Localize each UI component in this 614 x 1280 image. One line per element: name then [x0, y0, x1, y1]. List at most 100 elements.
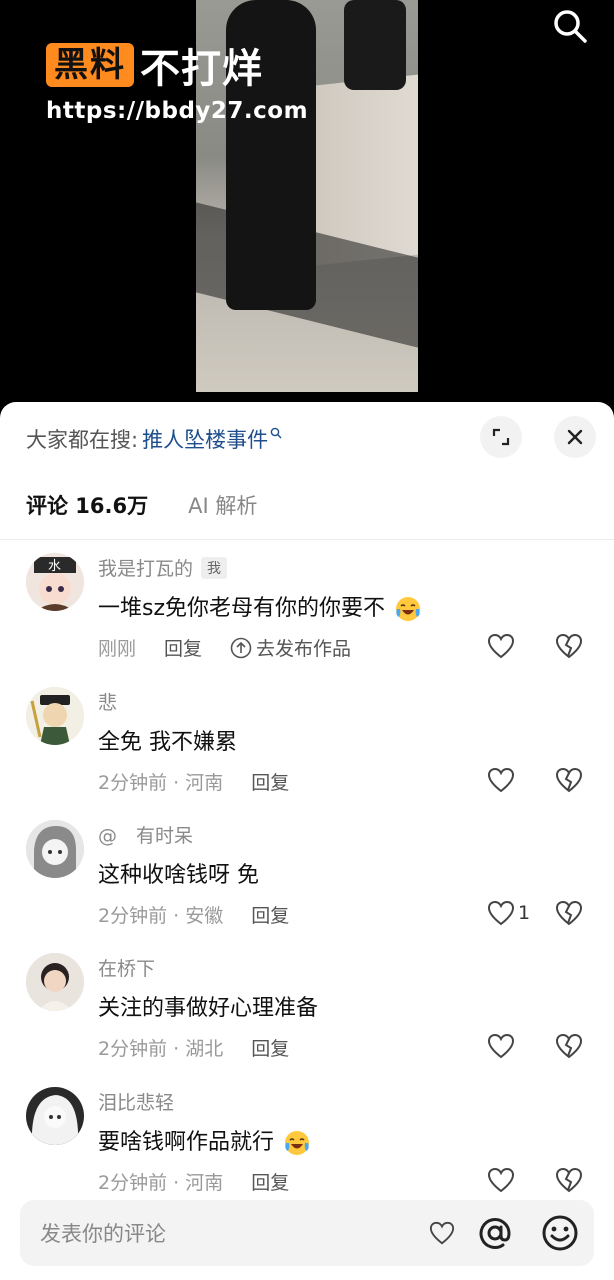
comment-text: 全免 我不嫌累: [98, 724, 237, 756]
comment-item: @ 有时呆 这种收啥钱呀 免 2分钟前 · 安徽 回复 1: [0, 807, 614, 941]
comment-text-content: 这种收啥钱呀 免: [98, 863, 259, 888]
trending-search: 大家都在搜: 推人坠楼事件: [26, 422, 282, 456]
comment-meta: 2分钟前 · 安徽 回复: [98, 901, 289, 928]
comment-meta: 2分钟前 · 河南 回复: [98, 768, 289, 795]
comment-meta: 2分钟前 · 河南 回复: [98, 1168, 289, 1195]
avatar[interactable]: [26, 1087, 84, 1145]
author-name[interactable]: 在桥下: [98, 954, 155, 981]
avatar[interactable]: 水: [26, 553, 84, 611]
dislike-button[interactable]: [554, 766, 584, 798]
comment-item: 悲 全免 我不嫌累 2分钟前 · 河南 回复: [0, 674, 614, 808]
avatar[interactable]: [26, 953, 84, 1011]
avatar-cartoon-image: [26, 687, 84, 745]
comment-item: 在桥下 关注的事做好心理准备 2分钟前 · 湖北 回复: [0, 940, 614, 1074]
close-button[interactable]: [554, 416, 596, 458]
publish-work-label: 去发布作品: [256, 638, 352, 660]
comment-meta: 2分钟前 · 湖北 回复: [98, 1034, 289, 1061]
comment-input-bar[interactable]: 发表你的评论: [20, 1200, 594, 1266]
comment-author: @ 有时呆: [98, 821, 193, 848]
comment-input-placeholder[interactable]: 发表你的评论: [40, 1218, 166, 1248]
broken-heart-icon: [555, 1167, 583, 1193]
dislike-button[interactable]: [554, 899, 584, 931]
watermark-badge: 黑料: [46, 43, 134, 87]
at-icon: [479, 1218, 511, 1249]
crying-laughing-emoji-icon: [396, 597, 421, 621]
comment-author: 在桥下: [98, 954, 155, 981]
comment-time: 2分钟前 · 河南: [98, 1172, 224, 1194]
reply-button[interactable]: 回复: [251, 901, 289, 928]
avatar-child-photo: [26, 953, 84, 1011]
watermark: 黑料 不打烊 https://bbdy27.com: [46, 36, 308, 124]
like-button[interactable]: [486, 632, 518, 660]
comment-text-content: 关注的事做好心理准备: [98, 996, 319, 1021]
comment-item: 泪比悲轻 要啥钱啊作品就行 2分钟前 · 河南 回复: [0, 1074, 614, 1208]
reply-button[interactable]: 回复: [251, 1168, 289, 1195]
comment-time: 2分钟前 · 安徽: [98, 905, 224, 927]
broken-heart-icon: [555, 1033, 583, 1059]
like-button[interactable]: 1: [486, 899, 530, 927]
author-name[interactable]: 我是打瓦的: [98, 554, 193, 581]
heart-icon: [487, 1167, 515, 1193]
avatar[interactable]: [26, 820, 84, 878]
tab-ai-analysis[interactable]: AI 解析: [188, 490, 257, 520]
author-name[interactable]: 悲: [98, 688, 117, 715]
reply-button[interactable]: 回复: [164, 634, 202, 661]
mention-button[interactable]: [472, 1210, 518, 1256]
author-name[interactable]: @ 有时呆: [98, 821, 193, 848]
heart-icon: [487, 1033, 515, 1059]
comment-text: 关注的事做好心理准备: [98, 990, 318, 1022]
comment-text-content: 要啥钱啊作品就行: [98, 1130, 275, 1155]
comment-text-content: 一堆sz免你老母有你的你要不: [98, 596, 386, 621]
reply-button[interactable]: 回复: [251, 768, 289, 795]
comment-text-content: 全免 我不嫌累: [98, 730, 237, 755]
like-count: 1: [518, 902, 531, 924]
comment-time: 2分钟前 · 湖北: [98, 1038, 224, 1060]
heart-icon: [487, 900, 515, 926]
comment-author: 悲: [98, 688, 117, 715]
sheet-tabs: 评论 16.6万 AI 解析: [26, 490, 257, 520]
upload-icon: [230, 637, 252, 658]
smiley-icon: [542, 1215, 578, 1251]
tab-comments[interactable]: 评论 16.6万: [26, 490, 148, 520]
comments-sheet: 大家都在搜: 推人坠楼事件 评论 16.6万 AI 解析 水 我是打瓦的 我 一…: [0, 402, 614, 1280]
comment-text: 一堆sz免你老母有你的你要不: [98, 590, 422, 623]
comment-text: 这种收啥钱呀 免: [98, 857, 259, 889]
dislike-button[interactable]: [554, 1032, 584, 1064]
avatar-anime-gray-image: [26, 820, 84, 878]
dislike-button[interactable]: [554, 1166, 584, 1198]
input-like-button[interactable]: [428, 1220, 456, 1250]
search-button[interactable]: [548, 4, 592, 48]
heart-icon: [487, 633, 515, 659]
comment-author: 我是打瓦的 我: [98, 554, 228, 581]
small-search-icon: [270, 427, 282, 439]
broken-heart-icon: [555, 633, 583, 659]
svg-text:水: 水: [48, 559, 61, 574]
like-button[interactable]: [486, 1032, 518, 1060]
avatar-anime-image: 水: [26, 553, 84, 611]
trending-search-label: 大家都在搜:: [26, 428, 139, 452]
trending-search-query[interactable]: 推人坠楼事件: [142, 424, 268, 454]
heart-icon: [487, 767, 515, 793]
video-player[interactable]: 黑料 不打烊 https://bbdy27.com: [0, 0, 614, 410]
broken-heart-icon: [555, 900, 583, 926]
emoji-button[interactable]: [540, 1213, 580, 1257]
search-icon: [554, 10, 587, 43]
expand-button[interactable]: [480, 416, 522, 458]
avatar[interactable]: [26, 687, 84, 745]
dislike-button[interactable]: [554, 632, 584, 664]
like-button[interactable]: [486, 766, 518, 794]
video-scene-person-sitting: [344, 0, 406, 90]
broken-heart-icon: [555, 767, 583, 793]
like-button[interactable]: [486, 1166, 518, 1194]
comment-text: 要啥钱啊作品就行: [98, 1124, 311, 1157]
comment-meta: 刚刚 回复 去发布作品: [98, 634, 351, 661]
avatar-anime-white-image: [26, 1087, 84, 1145]
publish-work-button[interactable]: 去发布作品: [230, 634, 351, 661]
heart-icon: [429, 1221, 455, 1245]
author-name[interactable]: 泪比悲轻: [98, 1088, 174, 1115]
watermark-url: https://bbdy27.com: [46, 98, 309, 124]
comment-item: 水 我是打瓦的 我 一堆sz免你老母有你的你要不 刚刚 回复 去发布作品: [0, 540, 614, 674]
comment-author: 泪比悲轻: [98, 1088, 174, 1115]
reply-button[interactable]: 回复: [251, 1034, 289, 1061]
watermark-title: 不打烊: [140, 46, 263, 92]
